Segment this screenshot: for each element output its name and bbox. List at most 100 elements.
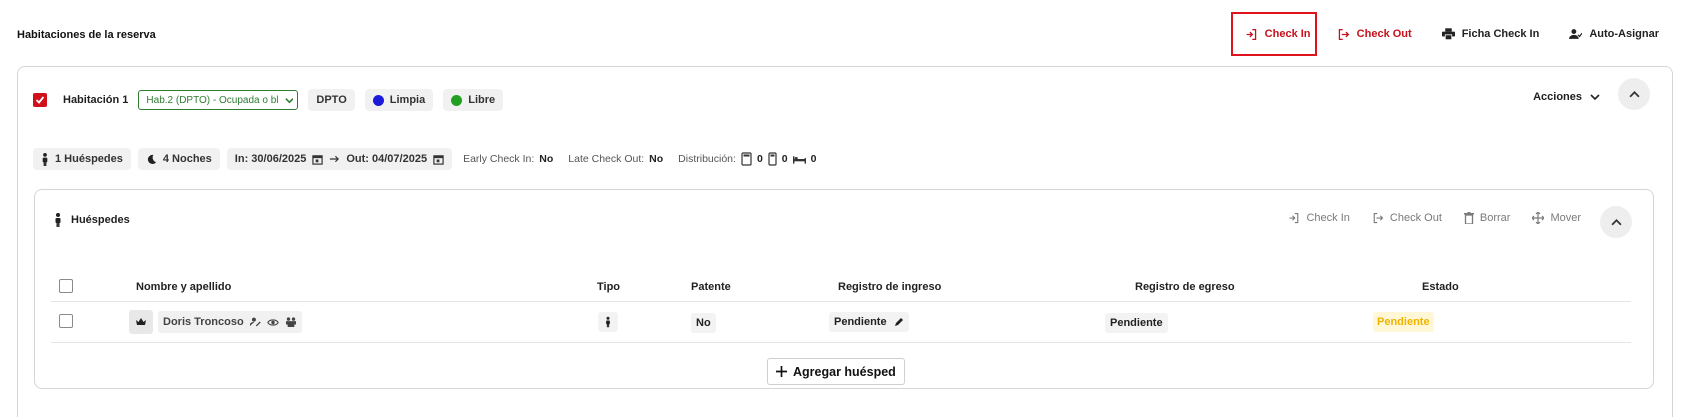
chevron-down-icon	[284, 97, 294, 103]
bed-icon	[792, 156, 806, 164]
guest-actions: Check In Check Out Borrar Mover	[1288, 212, 1581, 224]
room-checkbox[interactable]	[33, 93, 47, 107]
late-checkout-value: No	[649, 153, 664, 165]
row-checkbox[interactable]	[59, 314, 73, 328]
distribution-info: Distribución: 0 0 0	[674, 152, 820, 166]
guest-name: Doris Troncoso	[163, 316, 244, 328]
user-edit-icon[interactable]	[249, 317, 261, 327]
chevron-up-icon	[1610, 218, 1622, 225]
room-label: Habitación 1	[63, 94, 129, 106]
move-guest-label: Mover	[1550, 212, 1581, 224]
auto-asignar-button[interactable]: Auto-Asignar	[1559, 12, 1669, 56]
page-title: Habitaciones de la reserva	[17, 29, 156, 41]
nights-chip: 4 Noches	[137, 148, 220, 170]
room-type-badge: DPTO	[308, 89, 355, 111]
moon-icon	[147, 154, 156, 164]
guests-title-label: Huéspedes	[71, 214, 130, 226]
check-out-button[interactable]: Check Out	[1327, 12, 1422, 56]
status-badge: Pendiente	[1373, 312, 1434, 332]
room-info-row: 1 Huéspedes 4 Noches In: 30/06/2025 Out:…	[33, 148, 820, 170]
person-icon	[55, 213, 61, 227]
delete-guest-label: Borrar	[1479, 212, 1511, 224]
guest-check-out-button[interactable]: Check Out	[1372, 212, 1442, 224]
arrow-right-icon	[330, 155, 340, 163]
ficha-check-in-label: Ficha Check In	[1461, 28, 1540, 40]
acciones-label: Acciones	[1533, 91, 1582, 103]
room-select[interactable]: Hab.2 (DPTO) - Ocupada o bloqueada	[138, 90, 299, 110]
out-date-label: Out: 04/07/2025	[346, 153, 428, 165]
column-header-status: Estado	[1422, 281, 1459, 293]
row-divider	[51, 342, 1631, 343]
occupancy-dot-icon	[451, 94, 463, 106]
guest-check-in-label: Check In	[1306, 212, 1350, 224]
check-in-button[interactable]: Check In	[1230, 12, 1317, 56]
guest-check-in-button[interactable]: Check In	[1288, 212, 1350, 224]
double-bed-count: 0	[781, 153, 788, 165]
ficha-check-in-button[interactable]: Ficha Check In	[1432, 12, 1550, 56]
checkin-record-cell[interactable]: Pendiente	[829, 312, 909, 332]
printer-icon	[1441, 28, 1455, 40]
checkout-record-value: Pendiente	[1105, 313, 1168, 333]
room-select-value: Hab.2 (DPTO) - Ocupada o bloqueada	[146, 94, 279, 106]
early-checkin-label: Early Check In:	[463, 153, 535, 165]
add-guest-label: Agregar huésped	[793, 364, 896, 379]
dates-chip[interactable]: In: 30/06/2025 Out: 04/07/2025	[226, 148, 453, 170]
chevron-up-icon	[1628, 90, 1640, 97]
calendar-icon	[433, 154, 444, 165]
plate-value: No	[691, 313, 716, 333]
guests-card: Huéspedes Check In Check Out Borrar Move…	[34, 189, 1654, 389]
move-guest-button[interactable]: Mover	[1532, 212, 1581, 224]
column-header-checkin-record: Registro de ingreso	[838, 281, 942, 293]
check-out-label: Check Out	[1356, 28, 1412, 40]
checkmark-icon	[35, 96, 45, 104]
guests-title: Huéspedes	[54, 213, 130, 227]
collapse-room-button[interactable]	[1618, 78, 1650, 110]
check-out-icon	[1373, 212, 1384, 224]
collapse-guests-button[interactable]	[1600, 206, 1632, 238]
select-all-checkbox[interactable]	[59, 279, 73, 293]
column-header-plate: Patente	[691, 281, 731, 293]
guest-name-chip[interactable]: Doris Troncoso	[158, 311, 302, 333]
person-icon	[42, 152, 48, 166]
double-bed-icon	[768, 152, 777, 166]
top-actions: Check In Check Out Ficha Check In Auto-A…	[1230, 12, 1669, 56]
room-type-label: DPTO	[316, 94, 347, 106]
acciones-dropdown[interactable]: Acciones	[1533, 91, 1600, 103]
nights-label: 4 Noches	[162, 153, 212, 165]
in-date-label: In: 30/06/2025	[234, 153, 307, 165]
room-row: Habitación 1 Hab.2 (DPTO) - Ocupada o bl…	[33, 89, 504, 111]
plus-icon	[776, 366, 787, 377]
column-header-checkout-record: Registro de egreso	[1135, 281, 1235, 293]
guests-count-label: 1 Huéspedes	[55, 153, 123, 165]
group-icon[interactable]	[285, 317, 297, 327]
occupancy-status-label: Libre	[468, 94, 496, 106]
bed-count: 0	[810, 153, 817, 165]
occupancy-status-badge: Libre	[443, 89, 504, 111]
eye-icon[interactable]	[266, 318, 279, 327]
late-checkout-info: Late Check Out: No	[564, 153, 667, 165]
single-bed-icon	[741, 152, 752, 166]
cleaning-status-badge: Limpia	[364, 89, 434, 111]
late-checkout-label: Late Check Out:	[568, 153, 645, 165]
header-divider	[51, 301, 1631, 302]
pencil-icon[interactable]	[894, 317, 904, 327]
early-checkin-info: Early Check In: No	[459, 153, 557, 165]
checkin-record-value: Pendiente	[834, 316, 887, 328]
guest-name-cell: Doris Troncoso	[129, 310, 302, 334]
add-guest-button[interactable]: Agregar huésped	[767, 358, 905, 385]
guests-count-chip: 1 Huéspedes	[33, 148, 131, 170]
early-checkin-value: No	[539, 153, 554, 165]
single-bed-count: 0	[756, 153, 763, 165]
cleaning-status-label: Limpia	[389, 94, 426, 106]
cleaning-dot-icon	[372, 94, 384, 106]
guest-type-adult-icon	[598, 312, 618, 332]
trash-icon	[1463, 212, 1474, 224]
column-header-name: Nombre y apellido	[136, 281, 232, 293]
check-in-icon	[1289, 212, 1299, 224]
delete-guest-button[interactable]: Borrar	[1463, 212, 1511, 224]
calendar-icon	[312, 154, 324, 165]
check-out-icon	[1338, 28, 1349, 40]
column-header-type: Tipo	[597, 281, 621, 293]
chevron-down-icon	[1590, 94, 1600, 101]
check-in-icon	[1246, 28, 1256, 40]
